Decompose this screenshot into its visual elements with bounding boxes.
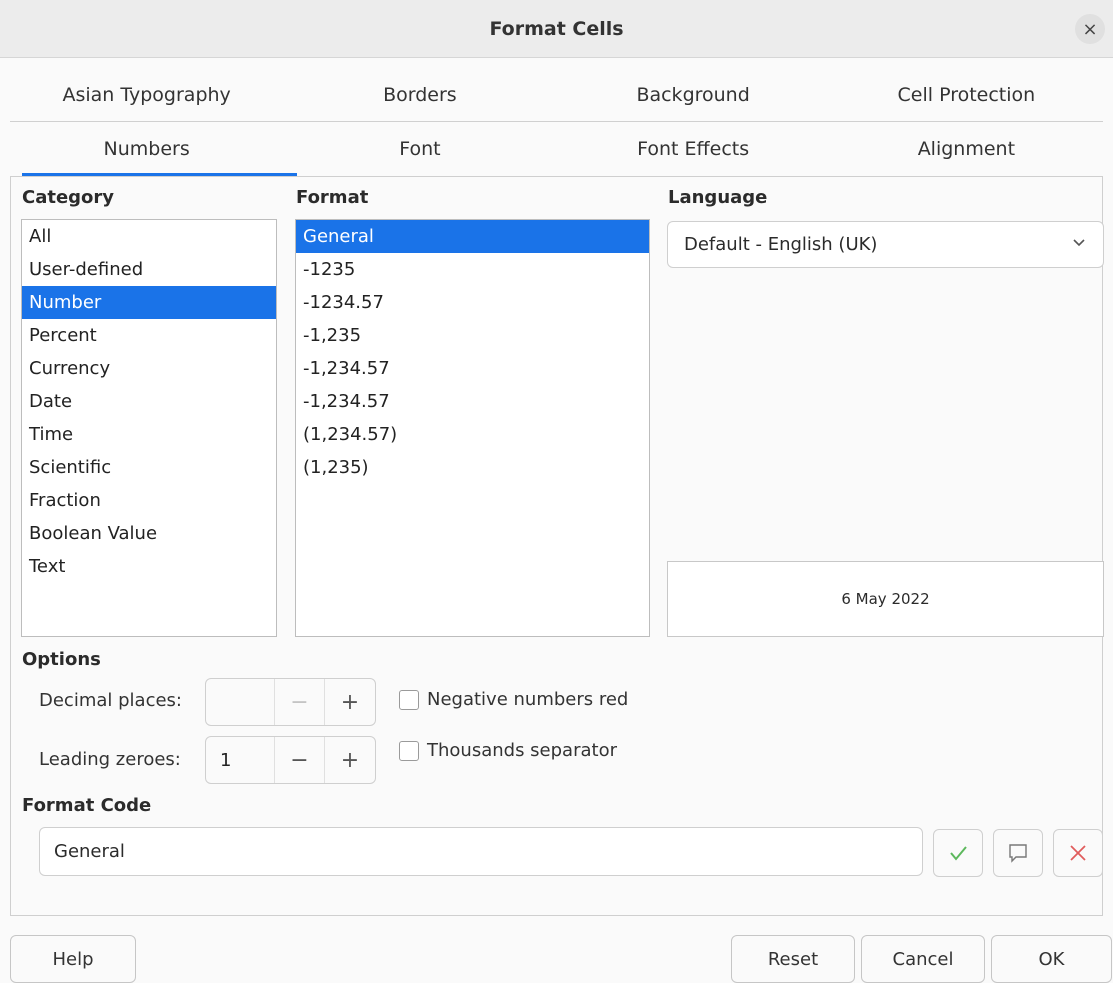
numbers-panel: Category All User-defined Number Percent…: [10, 176, 1104, 916]
decimal-places-stepper: − +: [205, 678, 376, 726]
format-code-label: Format Code: [22, 795, 152, 816]
category-item-time[interactable]: Time: [22, 418, 276, 451]
category-item-scientific[interactable]: Scientific: [22, 451, 276, 484]
reset-button[interactable]: Reset: [731, 935, 855, 983]
tab-font[interactable]: Font: [283, 122, 556, 176]
checkmark-icon: [950, 846, 967, 861]
category-item-date[interactable]: Date: [22, 385, 276, 418]
comment-icon: [1009, 844, 1027, 863]
format-list[interactable]: General -1235 -1234.57 -1,235 -1,234.57 …: [295, 219, 650, 637]
category-item-boolean-value[interactable]: Boolean Value: [22, 517, 276, 550]
plus-icon: +: [340, 747, 360, 773]
decimal-places-label: Decimal places:: [39, 690, 182, 711]
negative-red-label: Negative numbers red: [427, 689, 629, 710]
category-item-percent[interactable]: Percent: [22, 319, 276, 352]
format-item[interactable]: General: [296, 220, 649, 253]
category-list[interactable]: All User-defined Number Percent Currency…: [21, 219, 277, 637]
format-item[interactable]: -1,234.57: [296, 385, 649, 418]
options-label: Options: [22, 649, 101, 670]
thousands-separator-label: Thousands separator: [427, 740, 617, 761]
checkbox-box[interactable]: [399, 740, 419, 761]
tab-asian-typography[interactable]: Asian Typography: [10, 68, 283, 121]
negative-red-checkbox[interactable]: Negative numbers red: [399, 689, 628, 710]
thousands-separator-checkbox[interactable]: Thousands separator: [399, 740, 617, 761]
title-bar: Format Cells ×: [0, 0, 1113, 58]
decimal-places-decrement-button[interactable]: −: [275, 679, 325, 725]
minus-icon: −: [290, 747, 309, 773]
leading-zeroes-stepper: 1 − +: [205, 736, 376, 784]
category-item-all[interactable]: All: [22, 220, 276, 253]
leading-zeroes-input[interactable]: 1: [206, 737, 275, 783]
tab-cell-protection[interactable]: Cell Protection: [830, 68, 1103, 121]
tab-row-bottom: Numbers Font Font Effects Alignment: [10, 122, 1103, 176]
category-item-fraction[interactable]: Fraction: [22, 484, 276, 517]
edit-comment-button[interactable]: [993, 829, 1043, 877]
category-item-user-defined[interactable]: User-defined: [22, 253, 276, 286]
category-item-text[interactable]: Text: [22, 550, 276, 583]
tab-alignment[interactable]: Alignment: [830, 122, 1103, 176]
tab-borders[interactable]: Borders: [283, 68, 556, 121]
leading-zeroes-decrement-button[interactable]: −: [275, 737, 325, 783]
format-item[interactable]: (1,234.57): [296, 418, 649, 451]
format-item[interactable]: -1235: [296, 253, 649, 286]
decimal-places-input[interactable]: [206, 679, 275, 725]
format-item[interactable]: (1,235): [296, 451, 649, 484]
ok-button[interactable]: OK: [991, 935, 1112, 983]
cancel-button[interactable]: Cancel: [861, 935, 985, 983]
format-preview: 6 May 2022: [667, 561, 1104, 637]
format-item[interactable]: -1,235: [296, 319, 649, 352]
checkbox-box[interactable]: [399, 689, 419, 710]
format-item[interactable]: -1234.57: [296, 286, 649, 319]
dialog-title: Format Cells: [489, 17, 624, 40]
decimal-places-increment-button[interactable]: +: [325, 679, 375, 725]
language-value: Default - English (UK): [684, 234, 878, 255]
apply-format-code-button[interactable]: [933, 829, 983, 877]
category-item-number[interactable]: Number: [22, 286, 276, 319]
plus-icon: +: [340, 689, 360, 715]
chevron-down-icon: [1073, 239, 1085, 247]
format-code-input[interactable]: General: [39, 827, 923, 876]
delete-x-icon: [1070, 845, 1086, 861]
language-label: Language: [668, 187, 768, 208]
category-item-currency[interactable]: Currency: [22, 352, 276, 385]
category-label: Category: [22, 187, 115, 208]
tab-row-top: Asian Typography Borders Background Cell…: [10, 68, 1103, 122]
delete-format-code-button[interactable]: [1053, 829, 1103, 877]
close-button[interactable]: ×: [1075, 14, 1105, 44]
format-code-value: General: [54, 841, 125, 862]
help-button[interactable]: Help: [10, 935, 136, 983]
tab-font-effects[interactable]: Font Effects: [557, 122, 830, 176]
close-icon: ×: [1082, 18, 1098, 40]
leading-zeroes-increment-button[interactable]: +: [325, 737, 375, 783]
format-label: Format: [296, 187, 369, 208]
leading-zeroes-label: Leading zeroes:: [39, 749, 181, 770]
tab-background[interactable]: Background: [557, 68, 830, 121]
format-item[interactable]: -1,234.57: [296, 352, 649, 385]
preview-text: 6 May 2022: [841, 590, 930, 608]
minus-icon: −: [290, 689, 309, 715]
language-dropdown[interactable]: Default - English (UK): [667, 221, 1104, 268]
tab-numbers[interactable]: Numbers: [10, 122, 298, 176]
